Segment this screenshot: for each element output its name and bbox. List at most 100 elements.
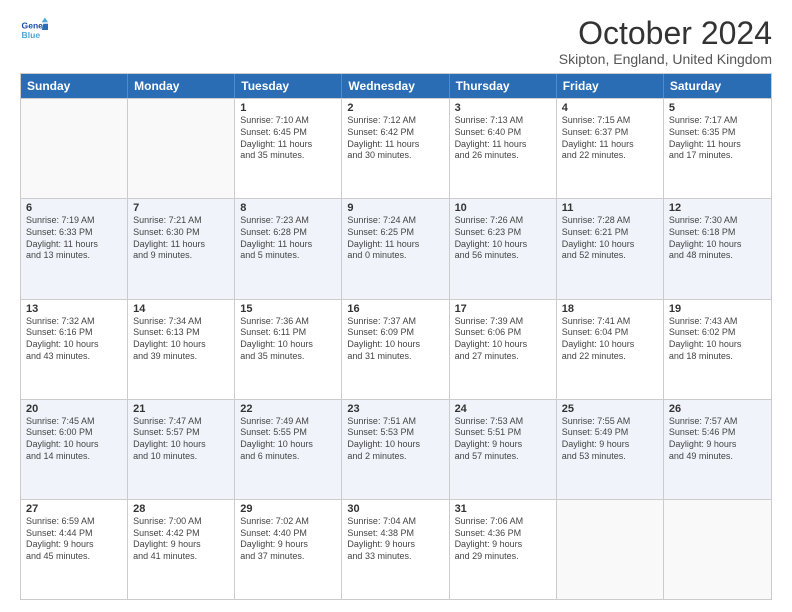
header-day-tuesday: Tuesday xyxy=(235,74,342,98)
calendar-cell-16: 16Sunrise: 7:37 AMSunset: 6:09 PMDayligh… xyxy=(342,300,449,399)
calendar-cell-11: 11Sunrise: 7:28 AMSunset: 6:21 PMDayligh… xyxy=(557,199,664,298)
calendar-cell-2: 2Sunrise: 7:12 AMSunset: 6:42 PMDaylight… xyxy=(342,99,449,198)
header-day-sunday: Sunday xyxy=(21,74,128,98)
day-info: Sunrise: 7:47 AMSunset: 5:57 PMDaylight:… xyxy=(133,416,229,463)
calendar-body: 1Sunrise: 7:10 AMSunset: 6:45 PMDaylight… xyxy=(21,98,771,599)
calendar-cell-empty-0-0 xyxy=(21,99,128,198)
header-day-saturday: Saturday xyxy=(664,74,771,98)
logo: General Blue xyxy=(20,16,48,44)
day-info: Sunrise: 7:26 AMSunset: 6:23 PMDaylight:… xyxy=(455,215,551,262)
calendar-cell-5: 5Sunrise: 7:17 AMSunset: 6:35 PMDaylight… xyxy=(664,99,771,198)
day-info: Sunrise: 7:41 AMSunset: 6:04 PMDaylight:… xyxy=(562,316,658,363)
logo-icon: General Blue xyxy=(20,16,48,44)
calendar-cell-30: 30Sunrise: 7:04 AMSunset: 4:38 PMDayligh… xyxy=(342,500,449,599)
calendar-cell-empty-4-5 xyxy=(557,500,664,599)
day-number: 8 xyxy=(240,202,336,214)
day-info: Sunrise: 7:30 AMSunset: 6:18 PMDaylight:… xyxy=(669,215,766,262)
day-info: Sunrise: 7:12 AMSunset: 6:42 PMDaylight:… xyxy=(347,115,443,162)
calendar-cell-14: 14Sunrise: 7:34 AMSunset: 6:13 PMDayligh… xyxy=(128,300,235,399)
day-number: 17 xyxy=(455,303,551,315)
header-day-wednesday: Wednesday xyxy=(342,74,449,98)
calendar-cell-3: 3Sunrise: 7:13 AMSunset: 6:40 PMDaylight… xyxy=(450,99,557,198)
day-info: Sunrise: 7:00 AMSunset: 4:42 PMDaylight:… xyxy=(133,516,229,563)
day-number: 25 xyxy=(562,403,658,415)
day-number: 7 xyxy=(133,202,229,214)
calendar-cell-29: 29Sunrise: 7:02 AMSunset: 4:40 PMDayligh… xyxy=(235,500,342,599)
day-info: Sunrise: 7:10 AMSunset: 6:45 PMDaylight:… xyxy=(240,115,336,162)
day-info: Sunrise: 7:51 AMSunset: 5:53 PMDaylight:… xyxy=(347,416,443,463)
day-info: Sunrise: 7:49 AMSunset: 5:55 PMDaylight:… xyxy=(240,416,336,463)
day-number: 1 xyxy=(240,102,336,114)
day-number: 16 xyxy=(347,303,443,315)
location: Skipton, England, United Kingdom xyxy=(559,51,772,67)
day-info: Sunrise: 7:53 AMSunset: 5:51 PMDaylight:… xyxy=(455,416,551,463)
calendar-cell-19: 19Sunrise: 7:43 AMSunset: 6:02 PMDayligh… xyxy=(664,300,771,399)
day-number: 5 xyxy=(669,102,766,114)
calendar-row-3: 20Sunrise: 7:45 AMSunset: 6:00 PMDayligh… xyxy=(21,399,771,499)
day-number: 10 xyxy=(455,202,551,214)
day-info: Sunrise: 7:32 AMSunset: 6:16 PMDaylight:… xyxy=(26,316,122,363)
day-info: Sunrise: 7:45 AMSunset: 6:00 PMDaylight:… xyxy=(26,416,122,463)
calendar-row-1: 6Sunrise: 7:19 AMSunset: 6:33 PMDaylight… xyxy=(21,198,771,298)
calendar-cell-23: 23Sunrise: 7:51 AMSunset: 5:53 PMDayligh… xyxy=(342,400,449,499)
day-number: 30 xyxy=(347,503,443,515)
day-number: 4 xyxy=(562,102,658,114)
calendar-cell-empty-0-1 xyxy=(128,99,235,198)
day-number: 12 xyxy=(669,202,766,214)
calendar-cell-empty-4-6 xyxy=(664,500,771,599)
calendar-cell-28: 28Sunrise: 7:00 AMSunset: 4:42 PMDayligh… xyxy=(128,500,235,599)
day-number: 13 xyxy=(26,303,122,315)
calendar-cell-22: 22Sunrise: 7:49 AMSunset: 5:55 PMDayligh… xyxy=(235,400,342,499)
day-info: Sunrise: 7:23 AMSunset: 6:28 PMDaylight:… xyxy=(240,215,336,262)
day-number: 9 xyxy=(347,202,443,214)
calendar-cell-9: 9Sunrise: 7:24 AMSunset: 6:25 PMDaylight… xyxy=(342,199,449,298)
calendar-row-0: 1Sunrise: 7:10 AMSunset: 6:45 PMDaylight… xyxy=(21,98,771,198)
calendar-cell-4: 4Sunrise: 7:15 AMSunset: 6:37 PMDaylight… xyxy=(557,99,664,198)
day-number: 26 xyxy=(669,403,766,415)
calendar-row-2: 13Sunrise: 7:32 AMSunset: 6:16 PMDayligh… xyxy=(21,299,771,399)
day-info: Sunrise: 7:34 AMSunset: 6:13 PMDaylight:… xyxy=(133,316,229,363)
calendar-cell-7: 7Sunrise: 7:21 AMSunset: 6:30 PMDaylight… xyxy=(128,199,235,298)
svg-text:Blue: Blue xyxy=(22,30,41,40)
header-day-monday: Monday xyxy=(128,74,235,98)
day-number: 15 xyxy=(240,303,336,315)
day-number: 2 xyxy=(347,102,443,114)
day-number: 18 xyxy=(562,303,658,315)
day-info: Sunrise: 7:21 AMSunset: 6:30 PMDaylight:… xyxy=(133,215,229,262)
day-number: 23 xyxy=(347,403,443,415)
header: General Blue October 2024 Skipton, Engla… xyxy=(20,16,772,67)
calendar-cell-13: 13Sunrise: 7:32 AMSunset: 6:16 PMDayligh… xyxy=(21,300,128,399)
day-number: 24 xyxy=(455,403,551,415)
calendar-cell-8: 8Sunrise: 7:23 AMSunset: 6:28 PMDaylight… xyxy=(235,199,342,298)
header-day-thursday: Thursday xyxy=(450,74,557,98)
day-number: 6 xyxy=(26,202,122,214)
day-number: 11 xyxy=(562,202,658,214)
calendar-cell-26: 26Sunrise: 7:57 AMSunset: 5:46 PMDayligh… xyxy=(664,400,771,499)
calendar-cell-15: 15Sunrise: 7:36 AMSunset: 6:11 PMDayligh… xyxy=(235,300,342,399)
day-number: 20 xyxy=(26,403,122,415)
day-info: Sunrise: 7:37 AMSunset: 6:09 PMDaylight:… xyxy=(347,316,443,363)
calendar-header: SundayMondayTuesdayWednesdayThursdayFrid… xyxy=(21,74,771,98)
month-title: October 2024 xyxy=(559,16,772,51)
header-day-friday: Friday xyxy=(557,74,664,98)
calendar-cell-24: 24Sunrise: 7:53 AMSunset: 5:51 PMDayligh… xyxy=(450,400,557,499)
calendar-cell-27: 27Sunrise: 6:59 AMSunset: 4:44 PMDayligh… xyxy=(21,500,128,599)
calendar-cell-1: 1Sunrise: 7:10 AMSunset: 6:45 PMDaylight… xyxy=(235,99,342,198)
calendar-cell-18: 18Sunrise: 7:41 AMSunset: 6:04 PMDayligh… xyxy=(557,300,664,399)
calendar-row-4: 27Sunrise: 6:59 AMSunset: 4:44 PMDayligh… xyxy=(21,499,771,599)
day-info: Sunrise: 7:02 AMSunset: 4:40 PMDaylight:… xyxy=(240,516,336,563)
calendar-cell-17: 17Sunrise: 7:39 AMSunset: 6:06 PMDayligh… xyxy=(450,300,557,399)
calendar: SundayMondayTuesdayWednesdayThursdayFrid… xyxy=(20,73,772,600)
day-info: Sunrise: 6:59 AMSunset: 4:44 PMDaylight:… xyxy=(26,516,122,563)
day-info: Sunrise: 7:04 AMSunset: 4:38 PMDaylight:… xyxy=(347,516,443,563)
title-block: October 2024 Skipton, England, United Ki… xyxy=(559,16,772,67)
day-number: 22 xyxy=(240,403,336,415)
day-info: Sunrise: 7:39 AMSunset: 6:06 PMDaylight:… xyxy=(455,316,551,363)
day-info: Sunrise: 7:36 AMSunset: 6:11 PMDaylight:… xyxy=(240,316,336,363)
day-info: Sunrise: 7:13 AMSunset: 6:40 PMDaylight:… xyxy=(455,115,551,162)
calendar-cell-6: 6Sunrise: 7:19 AMSunset: 6:33 PMDaylight… xyxy=(21,199,128,298)
day-info: Sunrise: 7:55 AMSunset: 5:49 PMDaylight:… xyxy=(562,416,658,463)
day-number: 19 xyxy=(669,303,766,315)
day-number: 31 xyxy=(455,503,551,515)
calendar-cell-10: 10Sunrise: 7:26 AMSunset: 6:23 PMDayligh… xyxy=(450,199,557,298)
